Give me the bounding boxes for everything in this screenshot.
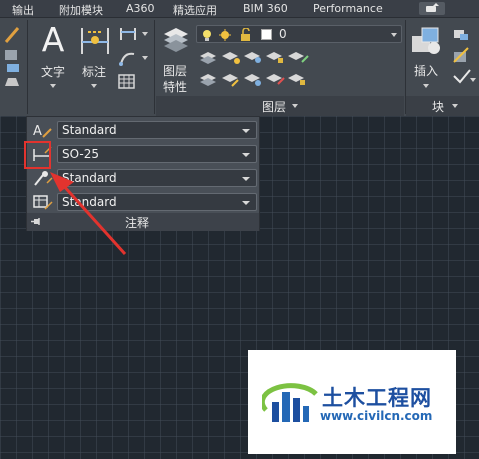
chevron-down-icon[interactable]	[292, 104, 298, 108]
tab-featured-apps[interactable]: 精选应用	[173, 2, 217, 18]
layer-color-swatch	[261, 29, 272, 40]
chevron-down-icon[interactable]	[423, 84, 429, 88]
layer-state-icons	[203, 28, 250, 41]
text-style-row: A Standard	[27, 118, 259, 142]
tab-performance[interactable]: Performance	[313, 2, 383, 15]
ribbon-display-toggle-icon[interactable]	[419, 2, 445, 15]
text-style-value: Standard	[62, 123, 117, 137]
layer-dropdown[interactable]: 0	[196, 25, 402, 43]
dimension-icon[interactable]	[78, 24, 112, 58]
chevron-down-icon	[242, 129, 250, 133]
tab-output[interactable]: 输出	[12, 2, 34, 18]
watermark: 土木工程网 www.civilcn.com	[248, 350, 456, 454]
civilcn-logo-icon	[262, 383, 318, 422]
ribbon-separator	[27, 20, 28, 114]
text-icon[interactable]: A	[38, 22, 68, 58]
annotation-arrow-icon	[50, 172, 127, 256]
leader-icon[interactable]	[118, 50, 150, 66]
insert-label[interactable]: 插入	[414, 62, 438, 79]
table-icon[interactable]	[118, 74, 136, 90]
linear-dim-icon[interactable]	[118, 26, 150, 42]
tab-addins[interactable]: 附加模块	[59, 2, 103, 18]
layer-properties-label[interactable]: 图层	[163, 62, 187, 79]
ribbon-separator	[154, 20, 155, 114]
chevron-down-icon	[242, 201, 250, 205]
layer-panel-title[interactable]: 图层	[262, 98, 286, 115]
svg-text:A: A	[33, 124, 42, 139]
layer-current-value: 0	[279, 27, 287, 41]
text-label[interactable]: 文字	[41, 63, 65, 80]
text-style-icon: A	[33, 124, 52, 139]
watermark-url: www.civilcn.com	[320, 409, 433, 423]
text-style-dropdown[interactable]: Standard	[57, 121, 257, 139]
block-tools-icons[interactable]	[450, 26, 478, 92]
chevron-down-icon	[242, 153, 250, 157]
dimension-label[interactable]: 标注	[82, 63, 106, 80]
ribbon-tab-bar: 输出 附加模块 A360 精选应用 BIM 360 Performance	[0, 0, 479, 18]
modify-tools-icon[interactable]	[2, 24, 22, 94]
block-panel-title[interactable]: 块	[432, 98, 444, 115]
chevron-down-icon[interactable]	[452, 104, 458, 108]
insert-block-icon[interactable]	[410, 26, 444, 58]
chevron-down-icon[interactable]	[50, 84, 56, 88]
chevron-down-icon	[242, 177, 250, 181]
layer-properties-icon[interactable]	[160, 24, 192, 58]
chevron-down-icon[interactable]	[91, 84, 97, 88]
dim-style-value: SO-25	[62, 147, 99, 161]
layer-properties-label[interactable]: 特性	[163, 78, 187, 95]
tab-bim360[interactable]: BIM 360	[243, 2, 288, 15]
chevron-down-icon	[391, 33, 397, 37]
layer-tools-icons[interactable]	[198, 48, 398, 92]
watermark-title: 土木工程网	[322, 386, 432, 410]
tab-a360[interactable]: A360	[126, 2, 155, 15]
